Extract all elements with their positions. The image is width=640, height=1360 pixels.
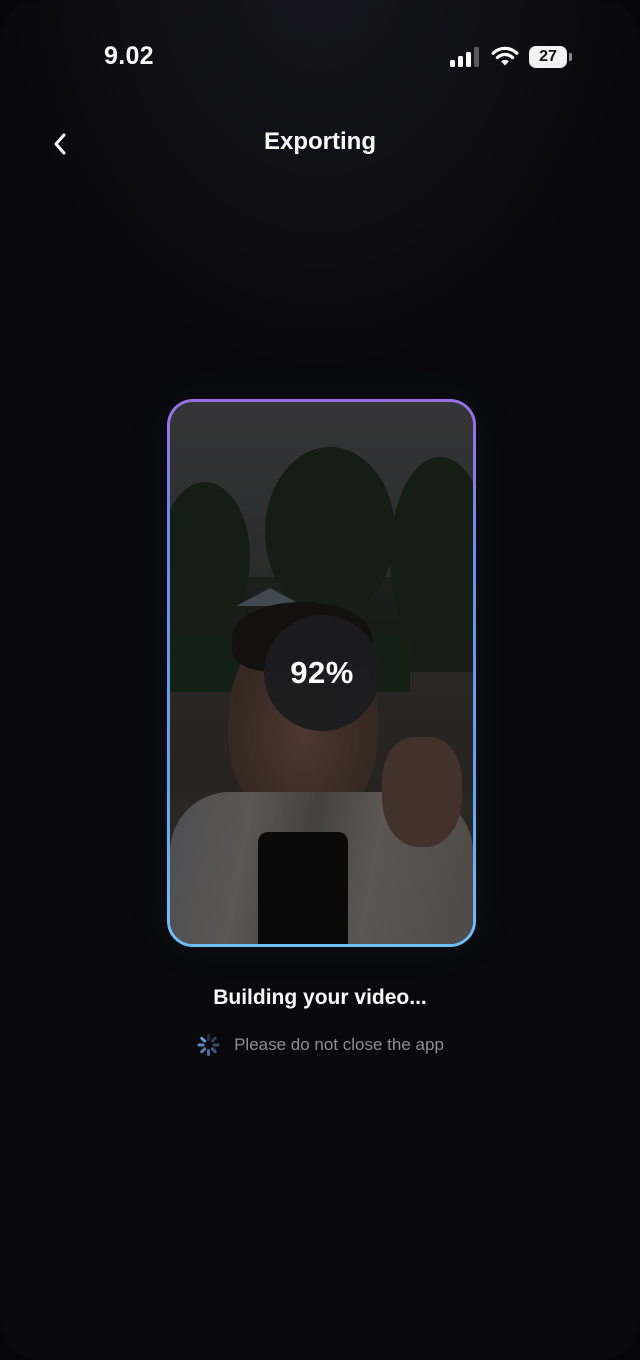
export-warning-text: Please do not close the app [234,1035,444,1054]
video-preview-frame: 92% [167,399,476,947]
spinner-tick [206,1049,210,1056]
battery-level: 27 [529,46,567,68]
export-warning: Please do not close the app [0,1033,640,1057]
battery-cap [569,53,572,61]
spinner-tick [212,1043,220,1047]
export-status-text: Building your video... [213,986,427,1009]
battery-icon: 27 [529,46,572,68]
spinner-tick [206,1034,210,1041]
loading-spinner-icon [196,1033,220,1057]
status-time: 9.02 [104,42,154,70]
cellular-signal-icon [450,47,482,67]
spinner-tick [199,1036,207,1044]
video-preview: 92% [170,402,473,944]
wifi-icon [491,46,519,66]
spinner-tick [197,1043,205,1047]
spinner-tick [199,1046,207,1054]
page-title: Exporting [264,128,376,155]
export-screen: 9.02 27 Exporting 92% Building your vide… [0,0,640,1360]
progress-percentage: 92% [264,615,380,731]
spinner-tick [209,1046,217,1054]
spinner-tick [209,1036,217,1044]
